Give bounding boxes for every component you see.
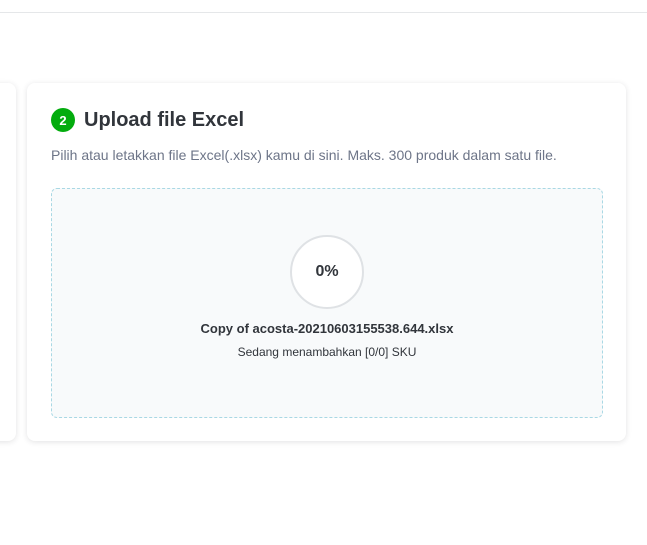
step-description: Pilih atau letakkan file Excel(.xlsx) ka… <box>51 147 557 163</box>
file-dropzone[interactable]: 0% Copy of acosta-20210603155538.644.xls… <box>51 188 603 418</box>
upload-step-card: 2 Upload file Excel Pilih atau letakkan … <box>27 83 626 441</box>
upload-status-text: Sedang menambahkan [0/0] SKU <box>237 345 417 359</box>
top-divider <box>0 12 647 13</box>
step-title: Upload file Excel <box>84 108 245 131</box>
upload-progress-indicator: 0% <box>290 235 364 309</box>
progress-percent-label: 0% <box>315 263 339 280</box>
step-header: 2 Upload file Excel <box>51 108 244 132</box>
uploaded-file-name: Copy of acosta-20210603155538.644.xlsx <box>200 321 454 336</box>
step-number-badge: 2 <box>51 108 75 132</box>
previous-step-card <box>0 83 16 441</box>
